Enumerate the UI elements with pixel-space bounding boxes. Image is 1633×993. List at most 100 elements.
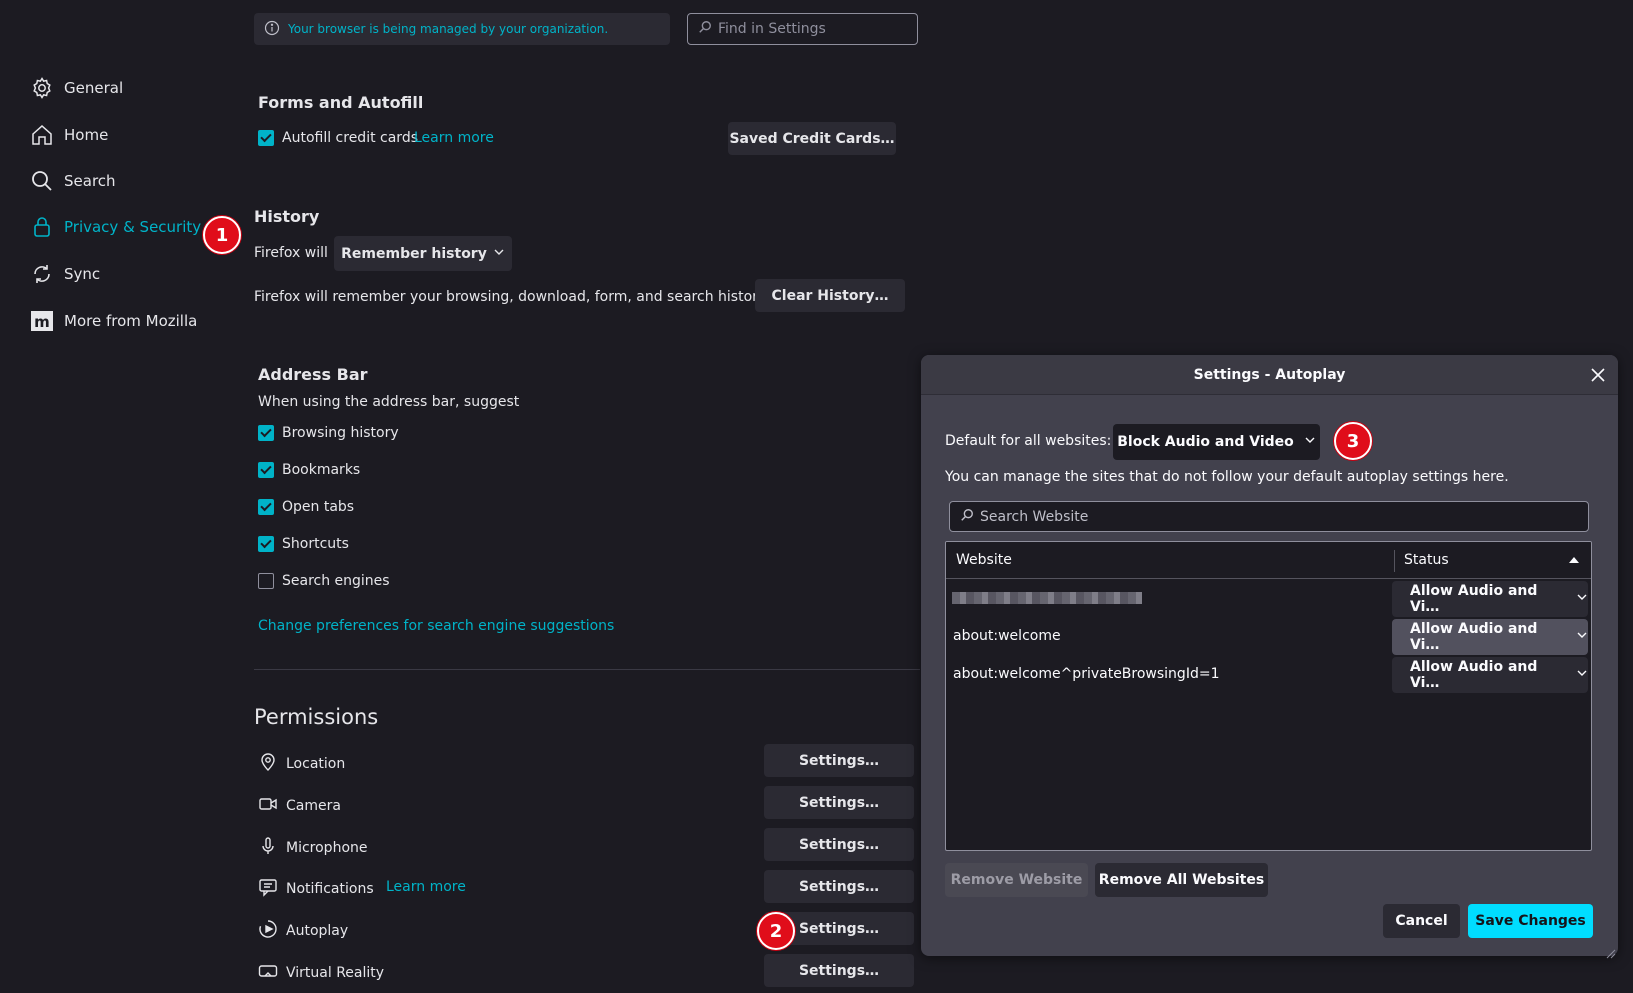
site-status-value: Allow Audio and Vi… [1410, 621, 1538, 653]
permission-label: Notifications [286, 881, 374, 897]
chevron-down-icon [1576, 629, 1588, 645]
clear-history-button[interactable]: Clear History… [755, 279, 905, 312]
sidebar-item-home[interactable]: Home [30, 120, 108, 150]
search-icon [698, 20, 712, 38]
search-icon [960, 508, 974, 526]
permission-label: Autoplay [286, 923, 349, 939]
bookmarks-checkbox[interactable]: Bookmarks [258, 462, 360, 478]
site-name: about:welcome^privateBrowsingId=1 [953, 666, 1220, 682]
managed-text: Your browser is being managed by your or… [288, 22, 609, 36]
camera-icon [258, 794, 278, 818]
camera-settings-button[interactable]: Settings… [764, 786, 914, 819]
remove-all-websites-button[interactable]: Remove All Websites [1095, 863, 1268, 897]
open-tabs-checkbox[interactable]: Open tabs [258, 499, 354, 515]
sidebar-item-privacy-security[interactable]: Privacy & Security [30, 212, 201, 242]
save-changes-button[interactable]: Save Changes [1468, 904, 1593, 938]
vr-icon [258, 961, 278, 985]
sidebar: General Home Search Privacy & Security S… [0, 0, 241, 993]
autofill-learn-more-link[interactable]: Learn more [414, 130, 494, 146]
default-autoplay-select[interactable]: Block Audio and Video [1113, 424, 1320, 460]
search-website-placeholder: Search Website [980, 508, 1089, 525]
address-bar-subtitle: When using the address bar, suggest [258, 394, 520, 410]
sidebar-item-label: More from Mozilla [64, 312, 198, 330]
search-website-input[interactable]: Search Website [949, 501, 1589, 532]
notifications-icon [258, 877, 278, 901]
main-content: Your browser is being managed by your or… [250, 0, 920, 993]
table-row[interactable]: about:welcome Allow Audio and Vi… [946, 618, 1591, 656]
notifications-settings-button[interactable]: Settings… [764, 870, 914, 903]
checkbox-checked[interactable] [258, 499, 274, 515]
browsing-history-checkbox[interactable]: Browsing history [258, 425, 399, 441]
permission-virtual-reality: Virtual Reality [258, 961, 384, 985]
site-status-value: Allow Audio and Vi… [1410, 659, 1538, 691]
sidebar-item-more-from-mozilla[interactable]: m More from Mozilla [30, 306, 197, 336]
table-row[interactable]: Allow Audio and Vi… [946, 580, 1591, 618]
location-settings-button[interactable]: Settings… [764, 744, 914, 777]
microphone-settings-button[interactable]: Settings… [764, 828, 914, 861]
sidebar-item-search[interactable]: Search [30, 166, 116, 196]
blurred-site-name [952, 592, 1142, 604]
checkbox-label: Autofill credit cards [282, 130, 418, 146]
saved-credit-cards-button[interactable]: Saved Credit Cards… [728, 122, 896, 155]
chevron-down-icon [1576, 667, 1588, 683]
chevron-down-icon [1304, 434, 1316, 450]
site-status-select[interactable]: Allow Audio and Vi… [1392, 657, 1588, 693]
permission-label: Location [286, 756, 346, 772]
column-separator [1394, 550, 1395, 572]
checkbox-checked[interactable] [258, 130, 274, 146]
history-mode-value: Remember history [341, 245, 487, 262]
checkbox-label: Bookmarks [282, 462, 361, 478]
checkbox-checked[interactable] [258, 462, 274, 478]
search-engines-checkbox[interactable]: Search engines [258, 573, 390, 589]
cancel-button[interactable]: Cancel [1383, 904, 1460, 938]
websites-table: Website Status Allow Audio and Vi… about… [945, 541, 1592, 851]
history-section-title: History [254, 207, 320, 226]
permission-label: Virtual Reality [286, 965, 385, 981]
sync-icon [30, 262, 54, 286]
sort-ascending-icon [1569, 557, 1579, 563]
dialog-title: Settings - Autoplay [1193, 367, 1346, 383]
checkbox-checked[interactable] [258, 536, 274, 552]
site-name: about:welcome [953, 628, 1061, 644]
find-placeholder: Find in Settings [718, 21, 826, 37]
home-icon [30, 123, 54, 147]
checkbox-checked[interactable] [258, 425, 274, 441]
table-header: Website Status [946, 542, 1591, 579]
close-icon[interactable] [1588, 365, 1608, 385]
forms-section-title: Forms and Autofill [258, 93, 424, 112]
site-status-select[interactable]: Allow Audio and Vi… [1392, 581, 1588, 617]
mozilla-icon: m [30, 309, 54, 333]
checkbox-label: Search engines [282, 573, 390, 589]
address-bar-section-title: Address Bar [258, 365, 368, 384]
autoplay-icon [258, 919, 278, 943]
find-in-settings-input[interactable]: Find in Settings [687, 13, 918, 45]
change-search-suggestions-link[interactable]: Change preferences for search engine sug… [258, 618, 614, 634]
history-mode-select[interactable]: Remember history [334, 236, 512, 271]
column-header-website[interactable]: Website [956, 552, 1012, 568]
checkbox-label: Browsing history [282, 425, 399, 441]
notifications-learn-more-link[interactable]: Learn more [386, 879, 466, 895]
shortcuts-checkbox[interactable]: Shortcuts [258, 536, 349, 552]
permission-camera: Camera [258, 794, 341, 818]
sidebar-item-label: Home [64, 126, 109, 144]
checkbox-unchecked[interactable] [258, 573, 274, 589]
settings-page: General Home Search Privacy & Security S… [0, 0, 1633, 993]
manage-sites-text: You can manage the sites that do not fol… [945, 469, 1509, 485]
site-status-select[interactable]: Allow Audio and Vi… [1392, 619, 1588, 655]
lock-icon [30, 215, 54, 239]
permissions-section-title: Permissions [254, 705, 379, 729]
sidebar-item-sync[interactable]: Sync [30, 259, 100, 289]
managed-notice[interactable]: Your browser is being managed by your or… [254, 13, 670, 45]
sidebar-item-general[interactable]: General [30, 73, 123, 103]
resize-grip-icon[interactable] [1606, 944, 1616, 959]
table-row[interactable]: about:welcome^privateBrowsingId=1 Allow … [946, 656, 1591, 694]
location-icon [258, 752, 278, 776]
remove-website-button[interactable]: Remove Website [945, 863, 1088, 897]
column-header-status[interactable]: Status [1404, 552, 1449, 568]
history-description: Firefox will remember your browsing, dow… [254, 289, 769, 305]
permission-microphone: Microphone [258, 836, 368, 860]
virtual-reality-settings-button[interactable]: Settings… [764, 954, 914, 987]
checkbox-label: Open tabs [282, 499, 355, 515]
sidebar-item-label: Search [64, 172, 116, 190]
autofill-credit-cards-checkbox[interactable]: Autofill credit cards [258, 130, 418, 146]
